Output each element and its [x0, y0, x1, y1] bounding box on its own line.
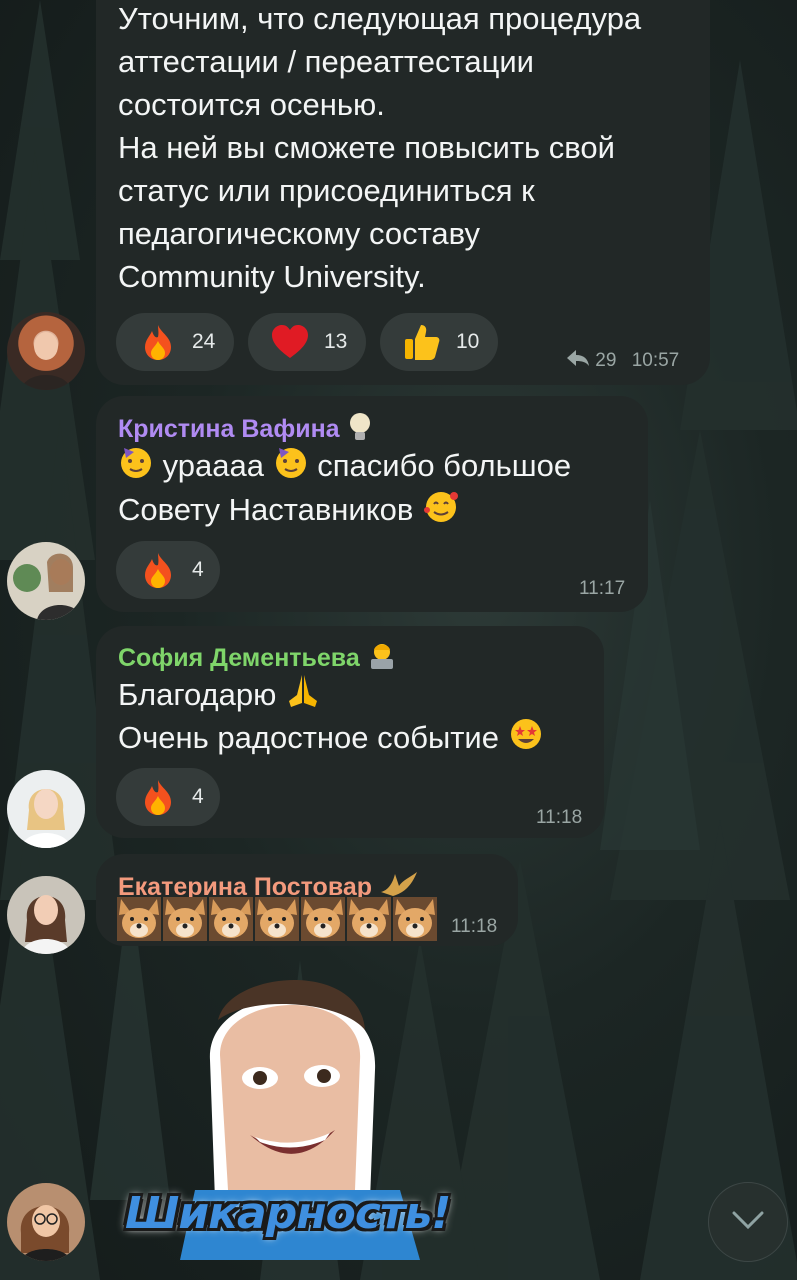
reply-arrow-icon: [566, 349, 590, 373]
reaction-fire[interactable]: 4: [116, 768, 220, 826]
message-text: спасибо большое: [317, 448, 572, 483]
message-line: Очень радостное событие: [118, 716, 544, 763]
thumbs-up-icon: [402, 322, 442, 362]
doge-icon: [255, 897, 299, 941]
doge-icon: [393, 897, 437, 941]
reply-count: 29: [595, 350, 617, 372]
avatar[interactable]: [7, 1183, 85, 1261]
doge-icon: [301, 897, 345, 941]
reaction-count: 4: [192, 558, 204, 581]
message-line: Совету Наставников: [118, 488, 460, 535]
message-text: урaaaa: [162, 448, 264, 483]
message-time: 11:18: [451, 916, 498, 937]
avatar[interactable]: [7, 876, 85, 954]
chevron-down-icon: [731, 1210, 765, 1235]
sender-name-text: София Дементьева: [118, 644, 360, 673]
partying-face-icon: [273, 444, 309, 491]
doge-icon: [117, 897, 161, 941]
sender-name-text: Кристина Вафина: [118, 415, 340, 444]
message-text: Очень радостное событие: [118, 720, 499, 755]
message-line: статус или присоединиться к: [118, 173, 535, 208]
reaction-count: 13: [324, 330, 348, 353]
message-line: Благодарю: [118, 673, 321, 720]
message-time: 10:57: [631, 350, 680, 372]
message-text: Совету Наставников: [118, 492, 414, 527]
message-line: Уточним, что следующая процедура: [118, 1, 642, 36]
reaction-count: 4: [192, 785, 204, 808]
message-meta: 29 10:57: [566, 349, 679, 373]
folded-hands-icon: [285, 673, 321, 720]
message-time: 11:17: [579, 578, 626, 599]
smiling-face-with-hearts-icon: [422, 488, 460, 535]
reaction-count: 24: [192, 330, 216, 353]
reaction-thumbs-up[interactable]: 10: [380, 313, 498, 371]
reaction-count: 10: [456, 330, 480, 353]
fire-icon: [138, 777, 178, 817]
message-time: 11:18: [536, 807, 583, 828]
heart-icon: [270, 322, 310, 362]
doge-emoji-row: [117, 897, 437, 941]
doge-icon: [347, 897, 391, 941]
avatar[interactable]: [7, 312, 85, 390]
reaction-fire[interactable]: 4: [116, 541, 220, 599]
reaction-heart[interactable]: 13: [248, 313, 366, 371]
reaction-fire[interactable]: 24: [116, 313, 234, 371]
message-line: Community University.: [118, 259, 426, 294]
message-line: педагогическому составу: [118, 216, 480, 251]
person-with-laptop-icon: [367, 641, 397, 678]
star-struck-icon: [508, 716, 544, 763]
doge-icon: [163, 897, 207, 941]
fire-icon: [138, 550, 178, 590]
avatar[interactable]: [7, 542, 85, 620]
message-line: состоится осенью.: [118, 87, 385, 122]
doge-icon: [209, 897, 253, 941]
fire-icon: [138, 322, 178, 362]
sticker[interactable]: Шикарность!: [120, 960, 490, 1260]
message-text: Благодарю: [118, 677, 277, 712]
avatar[interactable]: [7, 770, 85, 848]
sticker-caption: Шикарность!: [125, 1188, 451, 1239]
message-line: урaaaa спасибо большое: [118, 444, 571, 491]
partying-face-icon: [118, 444, 154, 491]
message-line: аттестации / переаттестации: [118, 44, 535, 79]
message-line: На ней вы сможете повысить свой: [118, 130, 615, 165]
scroll-to-bottom-button[interactable]: [708, 1182, 788, 1262]
